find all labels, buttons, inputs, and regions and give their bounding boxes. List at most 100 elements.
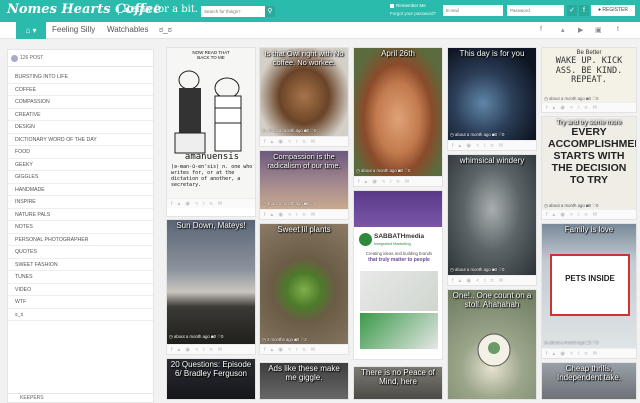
post-title: Is that Owl right with No coffee. No wor… xyxy=(264,49,344,67)
post-card-try[interactable]: Try and try some more EVERY ACCOMPLISHME… xyxy=(541,116,637,220)
facebook-login-icon[interactable]: f xyxy=(579,5,589,16)
share-bar[interactable]: f▴◉<in✉ xyxy=(260,136,348,146)
sidebar-item[interactable]: INSPIRE xyxy=(8,196,153,209)
sidebar-item[interactable]: COMPASSION xyxy=(8,96,153,109)
sidebar-item[interactable]: GEEKY xyxy=(8,159,153,171)
sidebar-item[interactable]: NATURE PALS xyxy=(8,209,153,221)
search-icon[interactable]: ⚲ xyxy=(265,6,275,17)
home-icon[interactable]: ⌂ ▾ xyxy=(16,22,46,39)
sidebar-item[interactable]: WTF xyxy=(8,296,153,309)
category-sidebar: 126 POST BURSTING INTO LIFE COFFEE COMPA… xyxy=(7,49,154,396)
post-meta: ◷ about a month ago ◙0 ♡0 xyxy=(356,168,411,173)
sidebar-item[interactable]: COFFEE xyxy=(8,84,153,96)
sidebar-item[interactable]: DICTIONARY WORD OF THE DAY xyxy=(8,134,153,146)
share-bar[interactable]: f▴◉<in✉ xyxy=(260,344,348,354)
post-title: Family is love xyxy=(564,225,614,234)
nav-bar: ⌂ ▾ Feeling Silly Watchables ಠ_ಠ f ▴ ▶ ▣… xyxy=(0,22,640,39)
share-bar[interactable]: f▴◉<in✉ xyxy=(167,198,255,208)
youtube-icon[interactable]: ▶ xyxy=(578,26,583,34)
share-bar[interactable]: f▴◉<in✉ xyxy=(167,344,255,354)
instagram-icon[interactable]: ▣ xyxy=(595,26,602,34)
post-card-20-questions[interactable]: 20 Questions: Episode 6/ Bradley Ferguso… xyxy=(166,358,256,400)
ad-cards-image-2 xyxy=(360,313,438,349)
top-bar: Nomes Hearts Coffee Relax for a bit. ⚲ R… xyxy=(0,0,640,22)
tumblr-icon[interactable]: t xyxy=(617,26,619,33)
post-card-whimsical[interactable]: whimsical windery ◷ about a month ago ◙0… xyxy=(447,154,537,286)
sidebar-item[interactable]: PERSONAL PHOTOGRAPHER xyxy=(8,234,153,246)
post-card-amanuensis[interactable]: NOW READ THAT BACK TO ME amanuensis (ə-m… xyxy=(166,47,256,217)
post-card-compassion[interactable]: Compassion is the radicalism of our time… xyxy=(259,150,349,220)
share-bar[interactable]: f▴◉<in✉ xyxy=(354,176,442,186)
post-image xyxy=(448,155,536,275)
post-time: 2 months ago xyxy=(266,337,293,342)
share-bar[interactable]: f▴◉<in✉ xyxy=(448,275,536,285)
post-card-plants[interactable]: Sweet lil plants ◷ 2 months ago ◙0 ♡2 f▴… xyxy=(259,223,349,355)
post-card-family[interactable]: PETS INSIDE Family is love ◷ about a mon… xyxy=(541,223,637,359)
share-bar[interactable]: f▴◉<in✉ xyxy=(542,102,636,112)
twitter-icon[interactable]: ▴ xyxy=(561,26,565,34)
remember-me-checkbox[interactable]: Remember Me xyxy=(390,3,426,8)
ad-sub: Integrated Marketing xyxy=(374,241,411,246)
share-bar[interactable]: f▴◉<in✉ xyxy=(448,140,536,150)
post-time: about a month ago xyxy=(548,340,585,345)
post-meta: ◷ about a month ago ◙0 ♡0 xyxy=(262,201,317,206)
facebook-icon[interactable]: f xyxy=(540,26,542,33)
nav-item-disapproval[interactable]: ಠ_ಠ xyxy=(159,25,172,35)
clock-icon: ◷ xyxy=(450,267,454,272)
post-card-no-peace[interactable]: There is no Peace of Mind, here xyxy=(353,366,443,400)
quote-text: WAKE UP. KICK ASS. BE KIND. REPEAT. xyxy=(555,56,623,85)
login-button[interactable]: ✓ xyxy=(567,5,577,16)
post-card-be-better[interactable]: Be Better WAKE UP. KICK ASS. BE KIND. RE… xyxy=(541,47,637,113)
nav-item-feeling-silly[interactable]: Feeling Silly xyxy=(52,25,95,34)
clock-icon: ◷ xyxy=(544,340,548,345)
post-meta: ◷ about a month ago ◙0 ♡0 xyxy=(262,128,317,133)
nav-item-watchables[interactable]: Watchables xyxy=(107,25,149,34)
clock-icon: ◷ xyxy=(169,334,173,339)
post-card-cheap-thrills[interactable]: Cheap thrills, Independent take. xyxy=(541,362,637,400)
sidebar-item[interactable]: BURSTING INTO LIFE xyxy=(8,71,153,84)
post-card-april-26th[interactable]: April 26th ◷ about a month ago ◙0 ♡0 f▴◉… xyxy=(353,47,443,187)
ad-line1: Creating ideas and building brands xyxy=(365,251,433,256)
sidebar-item[interactable]: VIDEO xyxy=(8,284,153,296)
post-title: One!.. One count on a stoll. Ahahahah xyxy=(452,291,532,309)
register-button[interactable]: ● REGISTER xyxy=(591,5,635,16)
word-caption: amanuensis xyxy=(184,152,240,162)
post-card-sun-down[interactable]: Sun Down, Mateys! ◷ about a month ago ◙0… xyxy=(166,219,256,355)
password-field[interactable] xyxy=(507,5,564,16)
sidebar-item[interactable]: QUOTES xyxy=(8,246,153,259)
post-title: April 26th xyxy=(381,49,415,58)
share-bar[interactable]: f▴◉<in✉ xyxy=(542,348,636,358)
email-field[interactable] xyxy=(443,5,503,16)
forgot-password-link[interactable]: Forgot your password? xyxy=(390,11,436,16)
share-bar[interactable]: f▴◉<in✉ xyxy=(542,209,636,219)
post-title: Ads like these make me giggle. xyxy=(268,364,340,382)
user-icon: ● xyxy=(598,7,602,13)
sidebar-item[interactable]: HANDMADE xyxy=(8,184,153,196)
sidebar-item[interactable]: NOTES xyxy=(8,221,153,234)
sidebar-item[interactable]: TUNES xyxy=(8,271,153,284)
post-card-one-count[interactable]: One!.. One count on a stoll. Ahahahah xyxy=(447,289,537,400)
clock-icon: ◷ xyxy=(544,96,548,101)
post-title: Compassion is the radicalism of our time… xyxy=(267,152,341,170)
pets-sign-text: PETS INSIDE xyxy=(565,274,615,283)
clock-icon: ◷ xyxy=(262,201,266,206)
post-meta: ◷ about a month ago ◙0 ♡0 xyxy=(450,267,505,272)
sidebar-item[interactable]: ಠ_ಠ xyxy=(8,309,153,321)
sidebar-item[interactable]: DESIGN xyxy=(8,121,153,134)
post-card-ads[interactable]: Ads like these make me giggle. xyxy=(259,362,349,400)
post-title: whimsical windery xyxy=(459,156,525,165)
post-card-this-day[interactable]: This day is for you ◷ about a month ago … xyxy=(447,47,537,151)
post-image xyxy=(167,220,255,344)
post-count-icon xyxy=(11,55,18,62)
checkbox-box[interactable] xyxy=(390,3,394,8)
sidebar-item[interactable]: GIGGLES xyxy=(8,171,153,184)
sidebar-item[interactable]: SWEET FASHION xyxy=(8,259,153,271)
search-input[interactable] xyxy=(201,6,265,17)
post-card-owl[interactable]: Is that Owl right with No coffee. No wor… xyxy=(259,47,349,147)
share-bar[interactable]: f▴◉<in✉ xyxy=(260,209,348,219)
post-count: 126 POST xyxy=(8,50,153,67)
post-card-sabbath-media[interactable]: SABBATHmedia Integrated Marketing Creati… xyxy=(353,190,443,360)
post-time: about a month ago xyxy=(548,96,585,101)
sidebar-item[interactable]: CREATIVE xyxy=(8,109,153,121)
sidebar-item[interactable]: FOOD xyxy=(8,146,153,159)
